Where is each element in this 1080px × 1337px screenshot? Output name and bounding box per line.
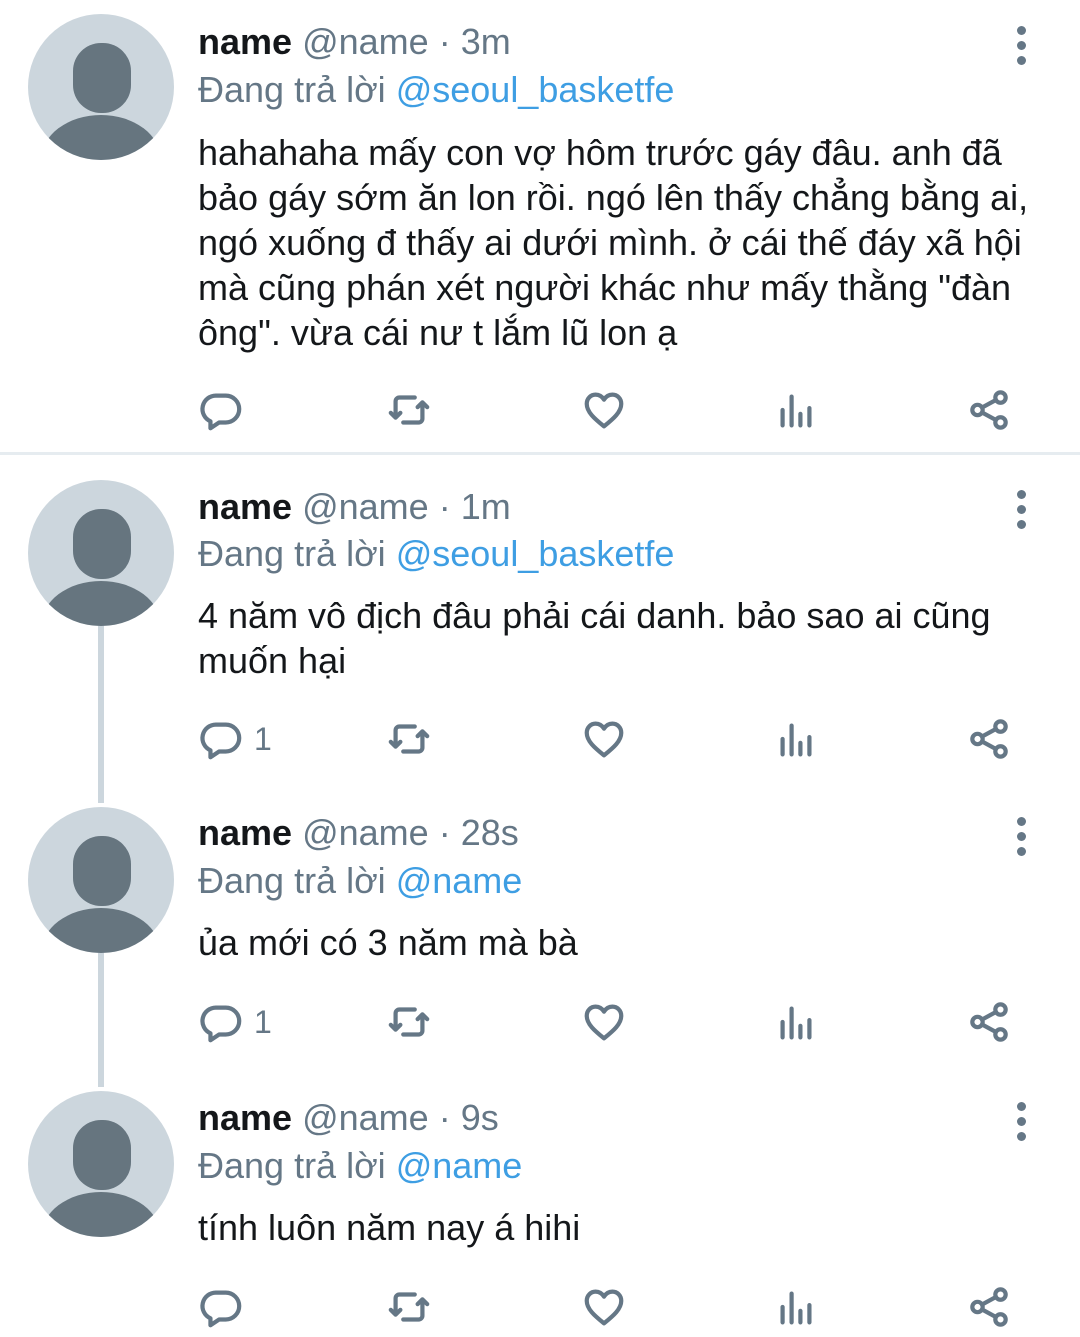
timestamp[interactable]: 9s — [461, 1097, 499, 1138]
reply-icon — [198, 716, 244, 762]
display-name[interactable]: name — [198, 21, 292, 62]
reply-count: 1 — [254, 720, 272, 757]
more-vertical-icon[interactable] — [1009, 22, 1033, 82]
more-vertical-icon[interactable] — [1009, 1098, 1033, 1158]
reply-button[interactable]: 1 — [198, 992, 272, 1052]
timestamp[interactable]: 28s — [461, 812, 519, 853]
tweet-text: hahahaha mấy con vợ hôm trước gáy đâu. a… — [198, 132, 1029, 353]
more-vertical-icon[interactable] — [1009, 813, 1033, 873]
tweet[interactable]: name @name · 9s Đang trả lời @name tính … — [0, 1073, 1080, 1337]
separator: · — [438, 1097, 451, 1138]
analytics-icon — [773, 387, 819, 433]
heart-icon — [581, 387, 627, 433]
like-button[interactable] — [581, 380, 627, 440]
retweet-button[interactable] — [386, 992, 432, 1052]
tweet-text: tính luôn năm nay á hihi — [198, 1207, 581, 1248]
analytics-button[interactable] — [773, 992, 819, 1052]
tweet-header: name @name · 28s — [198, 811, 519, 855]
analytics-icon — [773, 999, 819, 1045]
replying-prefix: Đang trả lời — [198, 69, 386, 110]
avatar[interactable] — [28, 480, 174, 626]
analytics-button[interactable] — [773, 1277, 819, 1337]
retweet-icon — [386, 387, 432, 433]
heart-icon — [581, 716, 627, 762]
avatar[interactable] — [28, 14, 174, 160]
analytics-button[interactable] — [773, 380, 819, 440]
display-name[interactable]: name — [198, 1097, 292, 1138]
replying-to: Đang trả lời @name — [198, 1144, 522, 1188]
heart-icon — [581, 1284, 627, 1330]
retweet-button[interactable] — [386, 1277, 432, 1337]
share-icon — [966, 1284, 1012, 1330]
handle[interactable]: @name — [302, 21, 429, 62]
tweet-text: ủa mới có 3 năm mà bà — [198, 922, 578, 963]
replying-to-link[interactable]: @name — [396, 1145, 523, 1186]
tweet-actions: 1 — [0, 709, 1080, 769]
retweet-icon — [386, 716, 432, 762]
tweet-actions — [0, 380, 1080, 440]
tweet-text: 4 năm vô địch đâu phải cái danh. bảo sao… — [198, 595, 991, 681]
more-vertical-icon[interactable] — [1009, 486, 1033, 546]
reply-icon — [198, 1284, 244, 1330]
replying-to: Đang trả lời @name — [198, 859, 522, 903]
analytics-button[interactable] — [773, 709, 819, 769]
share-button[interactable] — [966, 709, 1012, 769]
replying-to-link[interactable]: @seoul_basketfe — [396, 69, 675, 110]
handle[interactable]: @name — [302, 486, 429, 527]
timestamp[interactable]: 1m — [461, 486, 511, 527]
display-name[interactable]: name — [198, 486, 292, 527]
retweet-button[interactable] — [386, 380, 432, 440]
handle[interactable]: @name — [302, 1097, 429, 1138]
reply-button[interactable] — [198, 380, 254, 440]
replying-prefix: Đang trả lời — [198, 860, 386, 901]
replying-to: Đang trả lời @seoul_basketfe — [198, 68, 674, 112]
share-icon — [966, 387, 1012, 433]
avatar[interactable] — [28, 1091, 174, 1237]
share-button[interactable] — [966, 380, 1012, 440]
reply-icon — [198, 387, 244, 433]
replying-to-link[interactable]: @seoul_basketfe — [396, 533, 675, 574]
replying-prefix: Đang trả lời — [198, 1145, 386, 1186]
tweet[interactable]: name @name · 3m Đang trả lời @seoul_bask… — [0, 0, 1080, 452]
retweet-icon — [386, 1284, 432, 1330]
like-button[interactable] — [581, 709, 627, 769]
replying-prefix: Đang trả lời — [198, 533, 386, 574]
handle[interactable]: @name — [302, 812, 429, 853]
avatar[interactable] — [28, 807, 174, 953]
analytics-icon — [773, 716, 819, 762]
tweet-actions: 1 — [0, 992, 1080, 1052]
retweet-button[interactable] — [386, 709, 432, 769]
reply-icon — [198, 999, 244, 1045]
share-button[interactable] — [966, 992, 1012, 1052]
separator: · — [438, 812, 451, 853]
share-icon — [966, 716, 1012, 762]
reply-button[interactable] — [198, 1277, 254, 1337]
share-icon — [966, 999, 1012, 1045]
like-button[interactable] — [581, 1277, 627, 1337]
replying-to-link[interactable]: @name — [396, 860, 523, 901]
heart-icon — [581, 999, 627, 1045]
like-button[interactable] — [581, 992, 627, 1052]
tweet-header: name @name · 3m — [198, 20, 511, 64]
display-name[interactable]: name — [198, 812, 292, 853]
timestamp[interactable]: 3m — [461, 21, 511, 62]
tweet-header: name @name · 9s — [198, 1096, 499, 1140]
retweet-icon — [386, 999, 432, 1045]
reply-button[interactable]: 1 — [198, 709, 272, 769]
analytics-icon — [773, 1284, 819, 1330]
reply-count: 1 — [254, 1003, 272, 1040]
replying-to: Đang trả lời @seoul_basketfe — [198, 532, 674, 576]
tweet-header: name @name · 1m — [198, 485, 511, 529]
tweet-actions — [0, 1277, 1080, 1337]
separator: · — [438, 486, 451, 527]
separator: · — [438, 21, 451, 62]
share-button[interactable] — [966, 1277, 1012, 1337]
tweet[interactable]: name @name · 1m Đang trả lời @seoul_bask… — [0, 455, 1080, 788]
tweet[interactable]: name @name · 28s Đang trả lời @name ủa m… — [0, 788, 1080, 1073]
